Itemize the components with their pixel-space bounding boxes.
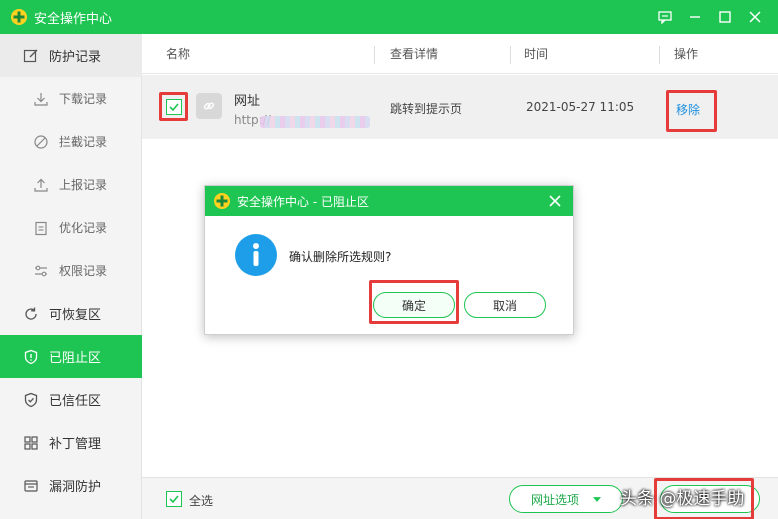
row-time: 2021-05-27 11:05 — [526, 100, 635, 114]
feedback-button[interactable] — [650, 0, 680, 34]
sidebar-item-patch-management[interactable]: 补丁管理 — [0, 421, 142, 464]
table-row[interactable]: 网址 http:// 跳转到提示页 2021-05-27 11:05 移除 — [142, 75, 778, 139]
maximize-icon — [719, 11, 731, 23]
blurred-url — [260, 116, 370, 128]
shield-check-icon — [24, 392, 38, 407]
upload-icon — [34, 178, 48, 192]
sidebar-item-label: 可恢复区 — [49, 308, 102, 323]
row-checkbox[interactable] — [166, 99, 182, 115]
column-header-name: 名称 — [166, 47, 191, 61]
sidebar-item-label: 防护记录 — [49, 50, 102, 65]
row-detail: 跳转到提示页 — [390, 102, 463, 116]
column-header-action: 操作 — [674, 47, 699, 61]
restore-icon — [25, 307, 37, 320]
minimize-icon — [690, 16, 700, 18]
app-logo-icon — [214, 193, 230, 209]
url-icon — [196, 93, 222, 119]
sidebar-item-block-records[interactable]: 拦截记录 — [0, 120, 142, 163]
confirm-button[interactable]: 确定 — [373, 292, 455, 318]
dialog-title: 安全操作中心 - 已阻止区 — [237, 194, 369, 209]
caret-down-icon — [593, 496, 601, 502]
row-name: 网址 — [234, 94, 261, 109]
sidebar: 防护记录 下载记录 拦截记录 上报记录 优化记录 权限记录 可恢复区 已阻止区 … — [0, 34, 142, 519]
window-title: 安全操作中心 — [34, 11, 113, 27]
minimize-button[interactable] — [680, 0, 710, 34]
sidebar-item-label: 下载记录 — [59, 92, 108, 106]
checkmark-icon — [169, 495, 179, 504]
sidebar-item-label: 已信任区 — [49, 394, 102, 409]
sidebar-item-permission-records[interactable]: 权限记录 — [0, 249, 142, 292]
column-header-time: 时间 — [524, 47, 549, 61]
info-icon — [235, 234, 277, 276]
sidebar-item-label: 补丁管理 — [49, 437, 102, 452]
message-icon — [658, 11, 672, 24]
dialog-close-icon[interactable] — [547, 193, 563, 209]
column-divider[interactable] — [374, 46, 375, 64]
remove-link[interactable]: 移除 — [676, 101, 700, 118]
sidebar-item-label: 权限记录 — [59, 264, 108, 278]
sidebar-item-label: 优化记录 — [59, 221, 108, 235]
sidebar-item-label: 拦截记录 — [59, 135, 108, 149]
sidebar-item-label: 已阻止区 — [49, 351, 102, 366]
link-icon — [203, 102, 215, 110]
close-button[interactable] — [740, 0, 770, 34]
sidebar-item-recoverable-zone[interactable]: 可恢复区 — [0, 292, 142, 335]
sidebar-item-optimize-records[interactable]: 优化记录 — [0, 206, 142, 249]
confirm-dialog: 安全操作中心 - 已阻止区 确认删除所选规则? 确定 取消 — [204, 185, 574, 335]
bug-shield-icon — [24, 479, 38, 492]
dialog-title-bar: 安全操作中心 - 已阻止区 — [205, 186, 573, 216]
app-logo-icon — [11, 9, 27, 25]
sidebar-item-label: 漏洞防护 — [49, 480, 102, 495]
sidebar-item-trusted-zone[interactable]: 已信任区 — [0, 378, 142, 421]
sliders-icon — [35, 265, 47, 276]
sidebar-item-download-records[interactable]: 下载记录 — [0, 77, 142, 120]
checkmark-icon — [169, 103, 179, 112]
url-options-label: 网址选项 — [530, 492, 579, 507]
sidebar-item-report-records[interactable]: 上报记录 — [0, 163, 142, 206]
table-header: 名称 查看详情 时间 操作 — [142, 34, 778, 74]
sidebar-item-protection-records[interactable]: 防护记录 — [0, 34, 142, 77]
column-header-detail: 查看详情 — [390, 47, 439, 61]
download-icon — [34, 92, 48, 106]
grid-icon — [24, 435, 38, 450]
block-icon — [34, 134, 48, 149]
close-icon — [749, 11, 761, 23]
cancel-button[interactable]: 取消 — [464, 292, 546, 318]
sidebar-item-blocked-zone[interactable]: 已阻止区 — [0, 335, 142, 378]
select-all-checkbox[interactable] — [166, 491, 182, 507]
shield-block-icon — [24, 349, 38, 364]
url-options-dropdown[interactable]: 网址选项 — [509, 485, 623, 513]
column-divider[interactable] — [510, 46, 511, 64]
edit-icon — [23, 49, 38, 62]
title-bar: 安全操作中心 — [0, 0, 778, 34]
watermark: 头条 @极速手助 — [620, 489, 745, 509]
sidebar-item-vulnerability-protection[interactable]: 漏洞防护 — [0, 464, 142, 507]
maximize-button[interactable] — [710, 0, 740, 34]
column-divider[interactable] — [659, 46, 660, 64]
select-all-label: 全选 — [189, 494, 214, 508]
dialog-message: 确认删除所选规则? — [289, 250, 392, 264]
clipboard-icon — [35, 221, 47, 235]
sidebar-item-label: 上报记录 — [59, 178, 108, 192]
